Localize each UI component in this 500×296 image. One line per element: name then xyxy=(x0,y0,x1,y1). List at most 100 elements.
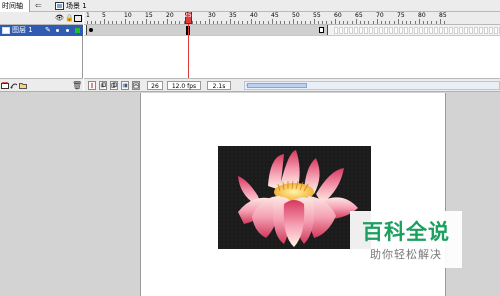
empty-frame-cell[interactable] xyxy=(404,27,408,34)
timeline-scrollbar[interactable]: ◂ xyxy=(244,81,500,90)
empty-frame-cell[interactable] xyxy=(464,27,468,34)
center-frame-icon[interactable] xyxy=(88,81,96,90)
empty-frame-cell[interactable] xyxy=(374,27,378,34)
ruler-tick xyxy=(213,21,214,24)
edit-multiple-frames-icon[interactable] xyxy=(121,81,129,90)
empty-frame-cell[interactable] xyxy=(429,27,433,34)
ruler-tick xyxy=(355,19,357,24)
frames-area: 1 5 10 15 20 25 30 35 40 45 50 55 60 65 … xyxy=(84,12,500,91)
eye-icon[interactable]: 👁 xyxy=(55,15,64,22)
empty-frame-cell[interactable] xyxy=(469,27,473,34)
ruler-tick xyxy=(87,21,88,24)
ruler-tick xyxy=(175,21,177,24)
empty-frame-cell[interactable] xyxy=(389,27,393,34)
empty-frame-cell[interactable] xyxy=(474,27,478,34)
ruler-tick xyxy=(238,21,240,24)
ruler-label: 1 xyxy=(86,12,90,19)
empty-frame-cell[interactable] xyxy=(359,27,363,34)
empty-frame-cell[interactable] xyxy=(369,27,373,34)
ruler-tick xyxy=(326,21,328,24)
keyframe-dot[interactable] xyxy=(89,28,93,32)
trash-icon[interactable]: 🗑 xyxy=(72,81,82,90)
empty-frame-cell[interactable] xyxy=(489,27,493,34)
ruler-tick xyxy=(301,21,303,24)
frame-rate-field[interactable]: 12.0 fps xyxy=(167,81,201,90)
empty-frame-cell[interactable] xyxy=(339,27,343,34)
lock-dot[interactable] xyxy=(66,29,69,32)
lotus-image[interactable] xyxy=(218,146,371,249)
empty-frame-cell[interactable] xyxy=(384,27,388,34)
ruler-tick xyxy=(271,19,273,24)
empty-frame-cell[interactable] xyxy=(399,27,403,34)
ruler-tick xyxy=(389,21,391,24)
empty-frame-cell[interactable] xyxy=(484,27,488,34)
ruler-tick xyxy=(242,21,244,24)
tab-timeline[interactable]: 时间轴 xyxy=(0,0,30,12)
ruler-tick xyxy=(204,21,206,24)
empty-frame-cell[interactable] xyxy=(459,27,463,34)
empty-frame-cell[interactable] xyxy=(354,27,358,34)
insert-layer-icon[interactable] xyxy=(1,82,9,89)
ruler-tick xyxy=(435,21,437,24)
layer-panel: 👁 🔒 图层 1 ✎ 🗑 xyxy=(0,12,83,91)
pencil-icon: ✎ xyxy=(45,26,51,34)
empty-frame-cell[interactable] xyxy=(494,27,498,34)
layer-name[interactable]: 图层 1 xyxy=(12,25,33,36)
ruler-tick xyxy=(166,19,168,24)
ruler-tick xyxy=(385,21,387,24)
empty-frame-cell[interactable] xyxy=(454,27,458,34)
modify-onion-markers-icon[interactable] xyxy=(132,81,140,90)
empty-frame-cell[interactable] xyxy=(449,27,453,34)
empty-frame-cell[interactable] xyxy=(349,27,353,34)
ruler-tick xyxy=(162,21,164,24)
empty-frame-cell[interactable] xyxy=(434,27,438,34)
empty-frame-cell[interactable] xyxy=(424,27,428,34)
scene-label[interactable]: 场景 1 xyxy=(66,0,87,12)
ruler-tick xyxy=(410,21,412,24)
frame-span[interactable] xyxy=(86,25,328,35)
empty-frame-cell[interactable] xyxy=(444,27,448,34)
add-guide-layer-icon[interactable] xyxy=(10,82,18,89)
outline-icon[interactable] xyxy=(74,15,82,22)
ruler-tick xyxy=(347,21,349,24)
empty-frame-cell[interactable] xyxy=(439,27,443,34)
empty-frame-cell[interactable] xyxy=(409,27,413,34)
ruler-tick xyxy=(318,21,319,24)
onion-skin-outline-icon[interactable] xyxy=(110,81,118,90)
ruler-tick xyxy=(150,21,151,24)
ruler-tick xyxy=(267,21,269,24)
empty-frame-cell[interactable] xyxy=(414,27,418,34)
ruler-tick xyxy=(120,21,122,24)
ruler-tick xyxy=(229,19,231,24)
frame-ruler[interactable]: 1 5 10 15 20 25 30 35 40 45 50 55 60 65 … xyxy=(84,12,500,25)
ruler-tick xyxy=(360,21,361,24)
ruler-tick xyxy=(309,21,311,24)
frame-row[interactable] xyxy=(84,25,500,36)
layer-header: 👁 🔒 xyxy=(0,12,83,25)
ruler-tick xyxy=(225,21,227,24)
onion-skin-icon[interactable] xyxy=(99,81,107,90)
empty-frame-cell[interactable] xyxy=(334,27,338,34)
empty-frame-cell[interactable] xyxy=(479,27,483,34)
ruler-tick xyxy=(414,21,416,24)
lock-icon[interactable]: 🔒 xyxy=(65,15,74,22)
empty-frame-cell[interactable] xyxy=(379,27,383,34)
end-frame-marker[interactable] xyxy=(319,27,324,33)
empty-frame-cell[interactable] xyxy=(419,27,423,34)
ruler-tick xyxy=(259,21,261,24)
visibility-dot[interactable] xyxy=(56,29,59,32)
outline-color-square[interactable] xyxy=(75,28,80,33)
ruler-tick xyxy=(406,21,408,24)
top-bar: 时间轴 ⇐ 场景 1 xyxy=(0,0,500,12)
empty-frame-cell[interactable] xyxy=(394,27,398,34)
scrollbar-thumb[interactable] xyxy=(247,83,307,88)
ruler-tick xyxy=(133,21,135,24)
timeline-panel: 👁 🔒 图层 1 ✎ 🗑 1 5 10 15 20 25 30 35 40 45… xyxy=(0,12,500,91)
empty-frame-cell[interactable] xyxy=(344,27,348,34)
empty-frame-cell[interactable] xyxy=(364,27,368,34)
layer-row[interactable]: 图层 1 ✎ xyxy=(0,25,83,36)
ruler-tick xyxy=(154,21,156,24)
insert-folder-icon[interactable] xyxy=(19,82,27,89)
ruler-label: 25 xyxy=(184,12,192,19)
back-arrow-icon[interactable]: ⇐ xyxy=(35,1,47,11)
